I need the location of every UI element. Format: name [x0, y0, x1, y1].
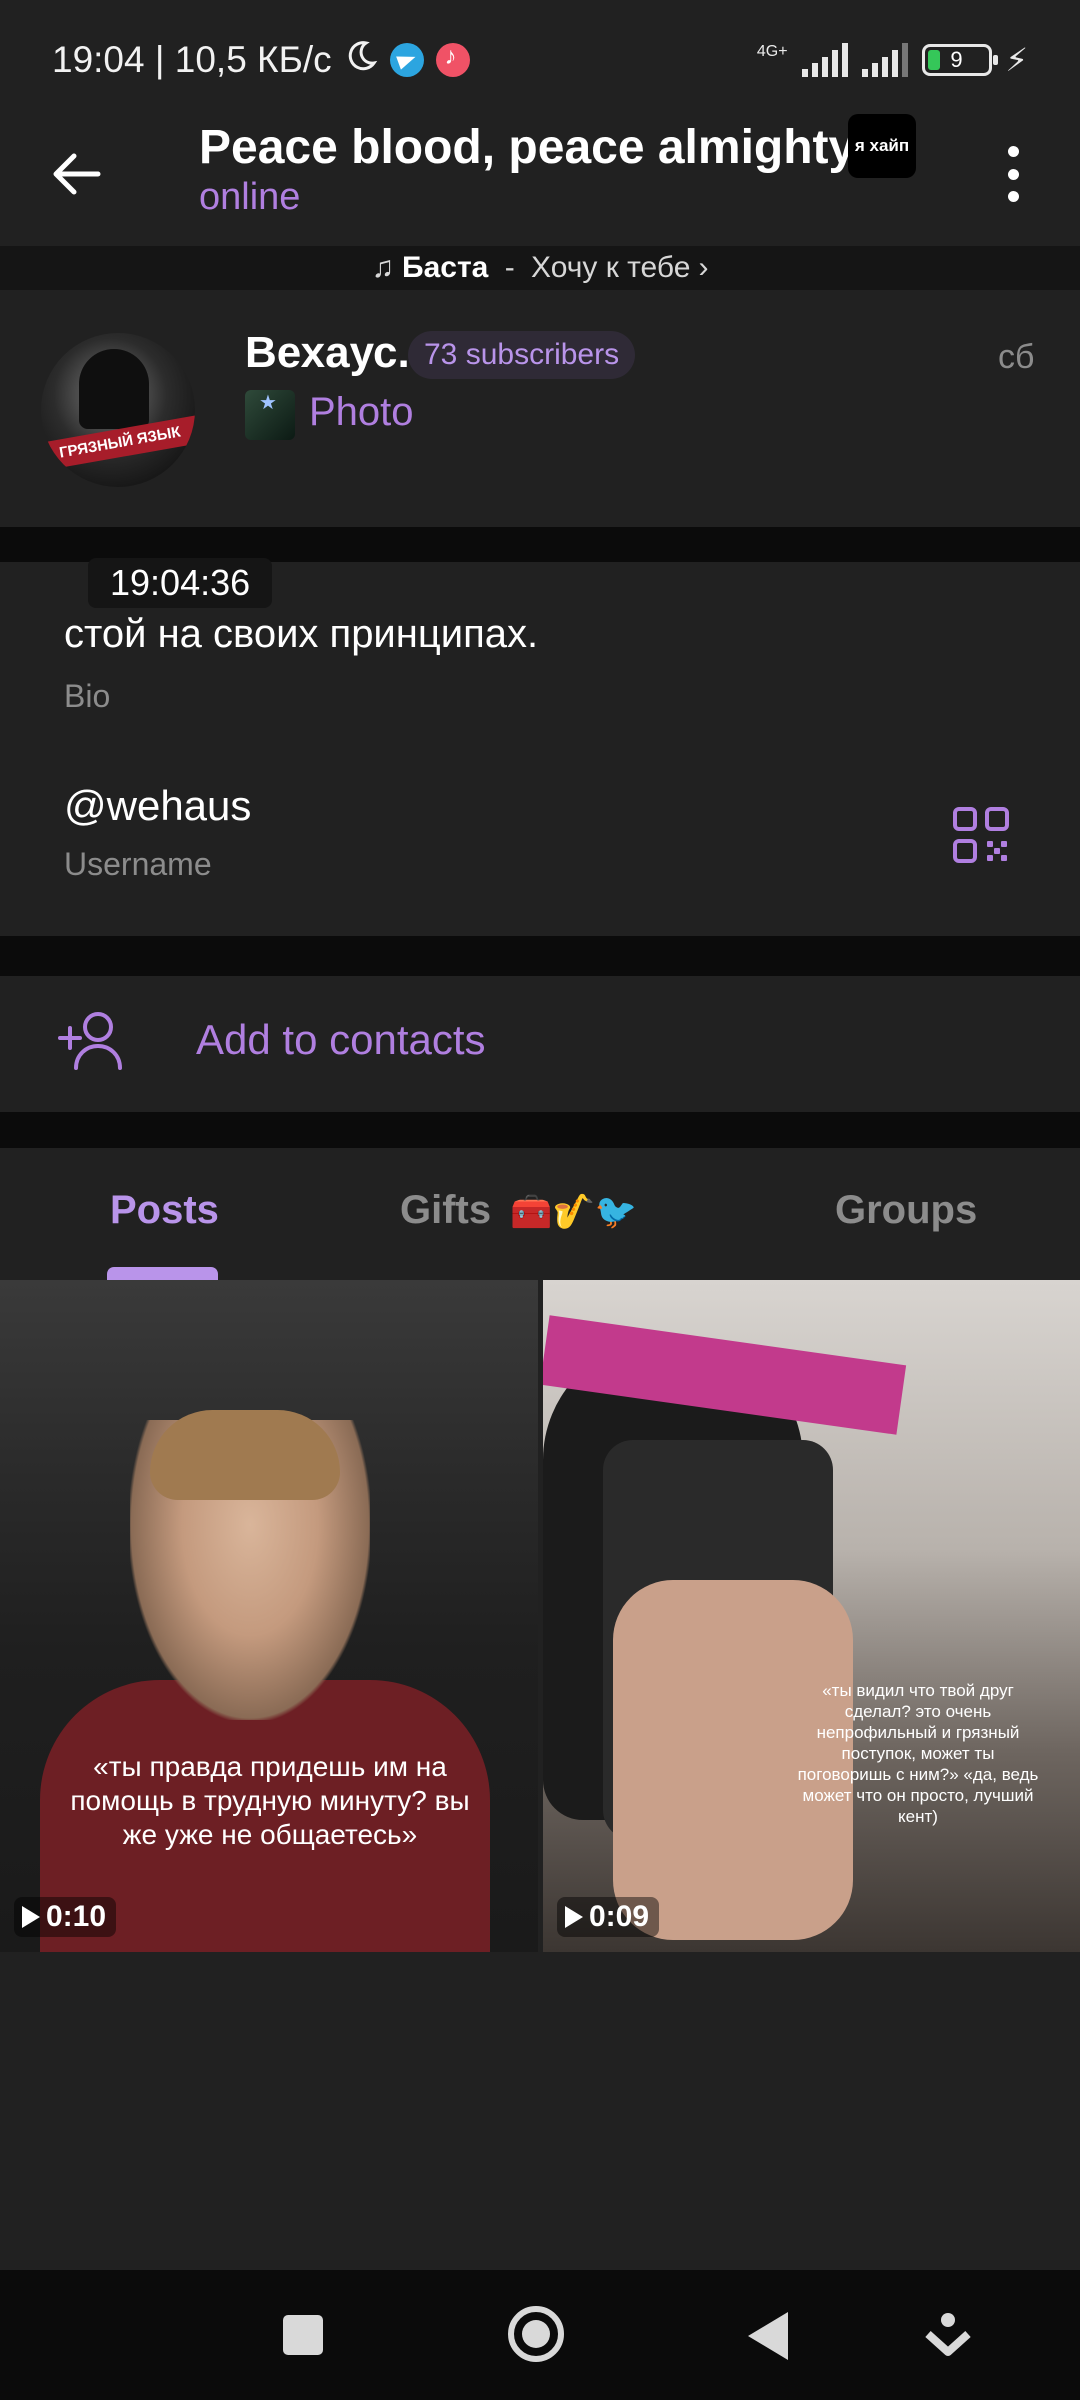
back-arrow-icon[interactable]: [48, 146, 104, 202]
last-message-day: сб: [998, 338, 1035, 376]
photo-thumbnail: [245, 390, 295, 440]
online-status: online: [199, 176, 301, 218]
battery-level: 9: [950, 47, 963, 72]
time-overlay: 19:04:36: [88, 558, 273, 608]
info-section: 19:04:36 стой на своих принципах. Bio @w…: [0, 558, 1080, 936]
status-bar: 19:04 | 10,5 КБ/с 4G+ 9 ⚡: [0, 0, 1080, 120]
personal-channel-card[interactable]: ГРЯЗНЫЙ ЯЗЫК Вехаус. 73 subscribers Phot…: [0, 290, 1080, 527]
music-app-icon: [435, 43, 470, 77]
empty-area: [0, 1952, 1080, 2270]
channel-name: Вехаус.: [245, 328, 410, 377]
chat-title: Peace blood, peace almighty: [199, 121, 856, 174]
recents-button-icon[interactable]: [283, 2315, 323, 2355]
chat-header: Peace blood, peace almighty я хайп onlin…: [0, 114, 1080, 246]
video-duration: 0:10: [14, 1897, 117, 1937]
username-value[interactable]: @wehaus: [64, 782, 251, 830]
bio-label: Bio: [64, 678, 111, 714]
posts-grid: «ты правда придешь им на помощь в трудну…: [0, 1280, 1080, 1952]
post-tile[interactable]: «ты видил что твой друг сделал? это очен…: [543, 1280, 1080, 1952]
channel-avatar: ГРЯЗНЫЙ ЯЗЫК: [41, 333, 195, 487]
title-badge: я хайп: [848, 114, 916, 178]
play-icon: [22, 1906, 40, 1928]
hide-keyboard-icon[interactable]: [924, 2310, 972, 2358]
status-time: 19:04 | 10,5 КБ/с: [52, 39, 332, 80]
charging-bolt-icon: ⚡: [1005, 42, 1028, 78]
video-duration-text: 0:09: [589, 1900, 650, 1933]
moon-icon: [344, 39, 378, 82]
home-button-icon[interactable]: [508, 2306, 564, 2362]
tab-posts[interactable]: Posts: [110, 1188, 219, 1233]
status-right: 4G+ 9 ⚡: [757, 41, 1028, 79]
status-left: 19:04 | 10,5 КБ/с: [52, 39, 470, 82]
chevron-right-icon: ›: [698, 251, 709, 284]
video-duration-text: 0:10: [46, 1900, 107, 1933]
add-to-contacts-button[interactable]: Add to contacts: [0, 976, 1080, 1112]
music-note-icon: ♫: [371, 251, 395, 284]
video-duration: 0:09: [557, 1897, 660, 1937]
gift-icons: 🧰🎷🐦: [510, 1193, 638, 1231]
signal-icon-2: [861, 43, 908, 77]
now-playing-artist: Баста: [402, 251, 489, 284]
active-tab-indicator: [107, 1267, 218, 1280]
tab-gifts-label: Gifts: [400, 1188, 492, 1232]
add-user-icon: [58, 1012, 122, 1070]
tab-groups[interactable]: Groups: [835, 1188, 977, 1233]
bio-text[interactable]: стой на своих принципах.: [64, 612, 538, 657]
last-message-preview: Photo: [309, 390, 414, 434]
play-icon: [565, 1906, 583, 1928]
more-menu-icon[interactable]: [1003, 146, 1023, 202]
post-caption: «ты видил что твой друг сделал? это очен…: [797, 1681, 1039, 1826]
post-tile[interactable]: «ты правда придешь им на помощь в трудну…: [0, 1280, 538, 1952]
battery-icon: 9: [921, 44, 998, 76]
network-type: 4G+: [756, 43, 788, 60]
telegram-icon: [389, 43, 424, 77]
tab-gifts[interactable]: Gifts 🧰🎷🐦: [400, 1188, 637, 1233]
post-caption: «ты правда придешь им на помощь в трудну…: [70, 1751, 470, 1850]
username-label: Username: [64, 846, 212, 882]
system-nav-bar: [0, 2270, 1080, 2400]
now-playing-track: Хочу к тебе: [531, 251, 691, 284]
qr-code-icon[interactable]: [952, 806, 1010, 864]
subscribers-badge: 73 subscribers: [408, 331, 636, 379]
now-playing-separator: -: [496, 251, 524, 284]
tab-groups-label: Groups: [835, 1188, 978, 1232]
profile-tabs: Posts Gifts 🧰🎷🐦 Groups: [0, 1148, 1080, 1280]
add-to-contacts-label: Add to contacts: [196, 1016, 486, 1063]
now-playing-bar[interactable]: ♫ Баста - Хочу к тебе ›: [0, 246, 1080, 290]
signal-icon: [801, 43, 848, 77]
tab-posts-label: Posts: [110, 1188, 219, 1232]
back-button-icon[interactable]: [748, 2312, 788, 2360]
